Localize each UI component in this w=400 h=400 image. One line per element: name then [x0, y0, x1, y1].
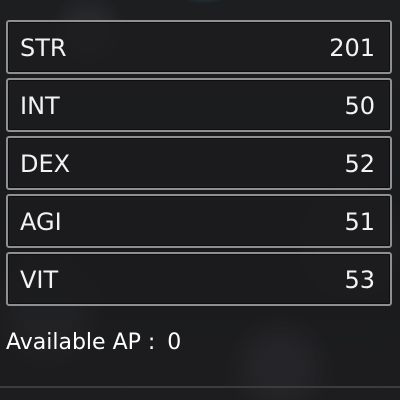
- stat-value-dex: 52: [344, 150, 375, 178]
- stat-label-vit: VIT: [20, 266, 59, 294]
- stat-value-int: 50: [344, 92, 375, 120]
- available-ap-value: 0: [167, 330, 182, 355]
- stat-row-agi[interactable]: AGI 51: [6, 194, 392, 248]
- available-ap: Available AP : 0: [6, 330, 181, 355]
- stats-panel: STR 201 INT 50 DEX 52 AGI 51 VIT 53: [6, 20, 392, 380]
- stat-row-dex[interactable]: DEX 52: [6, 136, 392, 190]
- panel-divider: [0, 386, 400, 388]
- stat-row-vit[interactable]: VIT 53: [6, 252, 392, 306]
- stat-value-agi: 51: [344, 208, 375, 236]
- stat-label-int: INT: [20, 92, 60, 120]
- stat-row-str[interactable]: STR 201: [6, 20, 392, 74]
- stat-value-vit: 53: [344, 266, 375, 294]
- available-ap-label: Available AP :: [6, 330, 156, 355]
- stat-label-dex: DEX: [20, 150, 71, 178]
- stat-value-str: 201: [329, 34, 375, 62]
- stat-label-agi: AGI: [20, 208, 62, 236]
- stat-label-str: STR: [20, 34, 67, 62]
- stat-row-int[interactable]: INT 50: [6, 78, 392, 132]
